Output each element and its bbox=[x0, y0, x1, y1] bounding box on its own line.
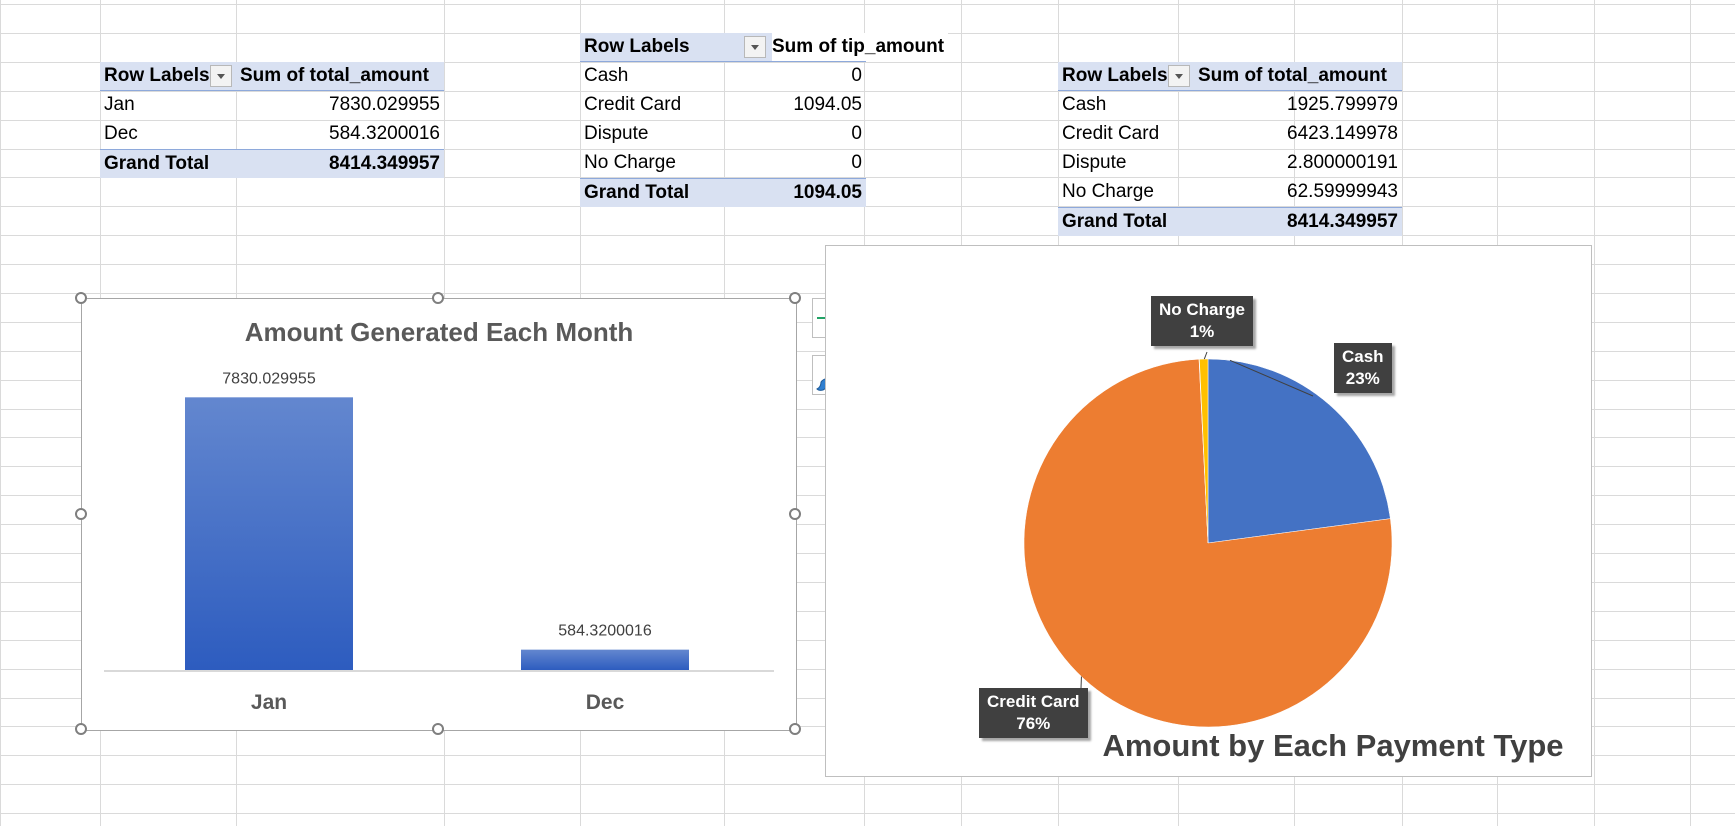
resize-handle[interactable] bbox=[432, 723, 444, 735]
data-label-percent: 76% bbox=[1016, 714, 1051, 733]
pivot-row: Dec 584.3200016 bbox=[100, 120, 444, 148]
resize-handle[interactable] bbox=[432, 292, 444, 304]
filter-dropdown-button[interactable] bbox=[210, 65, 232, 87]
pivot-row-label: Dispute bbox=[584, 123, 649, 144]
pivot-row: Jan 7830.029955 bbox=[100, 91, 444, 119]
pivot-row: No Charge 0 bbox=[580, 149, 866, 177]
leader-line bbox=[1203, 351, 1208, 360]
bar-chart: Amount Generated Each Month 7830.029955 J… bbox=[104, 317, 774, 714]
pivot-row-value: 62.59999943 bbox=[1287, 181, 1398, 202]
pivot-row-value: 0 bbox=[851, 123, 862, 144]
pivot-total-label: Grand Total bbox=[104, 153, 210, 174]
pivot-total-row: Grand Total 1094.05 bbox=[580, 178, 866, 207]
pivot-row: No Charge 62.59999943 bbox=[1058, 178, 1402, 206]
pivot-header-value: Sum of total_amount bbox=[1198, 65, 1387, 86]
pivot-total-value: 8414.349957 bbox=[1287, 211, 1398, 232]
grid-column-line bbox=[0, 0, 1, 826]
pivot-total-row: Grand Total 8414.349957 bbox=[1058, 207, 1402, 236]
data-label-cash[interactable]: Cash 23% bbox=[1334, 343, 1392, 393]
pivot-row: Cash 1925.799979 bbox=[1058, 91, 1402, 119]
pivot-row: Dispute 0 bbox=[580, 120, 866, 148]
pivot-header-row: Row Labels Sum of total_amount bbox=[100, 62, 444, 91]
pie-chart-container[interactable]: Amount by Each Payment Type No Charge 1%… bbox=[825, 245, 1592, 777]
pivot-row-value: 6423.149978 bbox=[1287, 123, 1398, 144]
filter-dropdown-button[interactable] bbox=[744, 36, 766, 58]
data-label[interactable]: 584.3200016 bbox=[558, 623, 652, 640]
category-axis-label: Dec bbox=[586, 691, 625, 714]
bar-dec[interactable] bbox=[521, 649, 689, 670]
pivot-header-value: Sum of tip_amount bbox=[772, 33, 949, 61]
pivot-row-label: Credit Card bbox=[1062, 123, 1160, 144]
pivot-row-value: 1094.05 bbox=[793, 94, 862, 115]
grid-column-line bbox=[1690, 0, 1691, 826]
pivot-header-value: Sum of total_amount bbox=[240, 65, 429, 86]
data-label-category: Credit Card bbox=[987, 692, 1080, 711]
pivot-row: Dispute 2.800000191 bbox=[1058, 149, 1402, 177]
pivot-row-value: 0 bbox=[851, 65, 862, 86]
pivot-header-label: Row Labels bbox=[584, 36, 690, 57]
data-label-percent: 23% bbox=[1345, 369, 1380, 388]
grid-row-line bbox=[0, 235, 1735, 236]
grid-row-line bbox=[0, 4, 1735, 5]
resize-handle[interactable] bbox=[75, 508, 87, 520]
pivot-header-label: Row Labels bbox=[1062, 65, 1168, 86]
pivot-row-label: Cash bbox=[584, 65, 629, 86]
data-label-category: No Charge bbox=[1159, 300, 1245, 319]
pivot-table-tip[interactable]: Row Labels Sum of tip_amount Cash 0 Cred… bbox=[580, 33, 949, 207]
grid-column-line bbox=[1594, 0, 1595, 826]
data-label[interactable]: 7830.029955 bbox=[222, 370, 316, 387]
pivot-header-row: Row Labels Sum of tip_amount bbox=[580, 33, 949, 62]
data-label-no-charge[interactable]: No Charge 1% bbox=[1151, 296, 1253, 346]
pivot-header-label: Row Labels bbox=[104, 65, 210, 86]
data-label-percent: 1% bbox=[1189, 322, 1215, 341]
pivot-row-value: 2.800000191 bbox=[1287, 152, 1398, 173]
pivot-row-value: 584.3200016 bbox=[329, 123, 440, 144]
pivot-total-value: 1094.05 bbox=[793, 182, 862, 203]
data-label-category: Cash bbox=[1342, 347, 1384, 366]
chart-title[interactable]: Amount Generated Each Month bbox=[245, 317, 634, 347]
bar-chart-container[interactable]: Amount Generated Each Month 7830.029955 J… bbox=[81, 298, 797, 731]
pivot-row: Credit Card 6423.149978 bbox=[1058, 120, 1402, 148]
resize-handle[interactable] bbox=[789, 292, 801, 304]
pivot-total-label: Grand Total bbox=[584, 182, 690, 203]
pivot-row-label: Dec bbox=[104, 123, 138, 144]
pivot-row: Credit Card 1094.05 bbox=[580, 91, 866, 119]
pivot-row-value: 7830.029955 bbox=[329, 94, 440, 115]
resize-handle[interactable] bbox=[789, 723, 801, 735]
pivot-row-label: Dispute bbox=[1062, 152, 1127, 173]
pivot-row-value: 0 bbox=[851, 152, 862, 173]
pivot-total-label: Grand Total bbox=[1062, 211, 1168, 232]
pivot-total-value: 8414.349957 bbox=[329, 153, 440, 174]
pivot-row: Cash 0 bbox=[580, 62, 866, 90]
bar-series[interactable]: 7830.029955 Jan 584.3200016 Dec bbox=[185, 370, 689, 714]
bar-jan[interactable] bbox=[185, 397, 353, 670]
resize-handle[interactable] bbox=[75, 292, 87, 304]
pivot-row-label: Credit Card bbox=[584, 94, 682, 115]
filter-dropdown-button[interactable] bbox=[1168, 65, 1190, 87]
pivot-header-row: Row Labels Sum of total_amount bbox=[1058, 62, 1402, 91]
pivot-total-row: Grand Total 8414.349957 bbox=[100, 149, 444, 178]
resize-handle[interactable] bbox=[789, 508, 801, 520]
pivot-table-payment[interactable]: Row Labels Sum of total_amount Cash 1925… bbox=[1058, 62, 1402, 236]
pivot-table-month[interactable]: Row Labels Sum of total_amount Jan 7830.… bbox=[100, 62, 444, 178]
chart-title[interactable]: Amount by Each Payment Type bbox=[1102, 728, 1563, 763]
data-label-credit-card[interactable]: Credit Card 76% bbox=[979, 688, 1088, 738]
pivot-row-label: No Charge bbox=[1062, 181, 1154, 202]
grid-row-line bbox=[0, 813, 1735, 814]
category-axis-label: Jan bbox=[251, 691, 287, 714]
resize-handle[interactable] bbox=[75, 723, 87, 735]
pivot-row-label: Jan bbox=[104, 94, 135, 115]
pie-series[interactable] bbox=[1023, 358, 1393, 728]
pivot-row-label: Cash bbox=[1062, 94, 1107, 115]
grid-row-line bbox=[0, 784, 1735, 785]
pivot-row-label: No Charge bbox=[584, 152, 676, 173]
pivot-row-value: 1925.799979 bbox=[1287, 94, 1398, 115]
